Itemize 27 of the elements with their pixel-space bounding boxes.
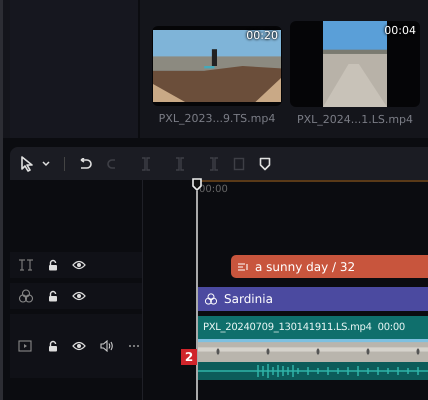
video-clip[interactable]: PXL_20240709_130141911.LS.mp4 00:00: [198, 316, 428, 380]
more-icon[interactable]: [128, 344, 140, 348]
marker-icon[interactable]: [259, 156, 271, 170]
undo-icon[interactable]: [79, 158, 93, 170]
pointer-icon[interactable]: [20, 156, 34, 172]
duration-label: 00:20: [246, 29, 278, 42]
eye-icon[interactable]: [72, 260, 86, 270]
clip-time: 00:00: [378, 322, 405, 333]
effect-icon: [18, 289, 34, 303]
text-icon: [18, 259, 34, 271]
eye-icon[interactable]: [72, 341, 86, 351]
lock-icon[interactable]: [48, 259, 58, 271]
lock-icon[interactable]: [48, 290, 58, 302]
lock-icon[interactable]: [48, 340, 58, 352]
video-track-icon: [18, 340, 34, 352]
time-label: 00:00: [199, 184, 228, 195]
effect-clip[interactable]: Sardinia: [198, 287, 428, 311]
file-name: PXL_2023...9.TS.mp4: [158, 112, 276, 125]
eye-icon[interactable]: [72, 291, 86, 301]
chevron-icon[interactable]: [42, 160, 50, 166]
speaker-icon[interactable]: [100, 340, 114, 352]
text-clip[interactable]: a sunny day / 32: [231, 255, 428, 278]
number-badge: 2: [181, 349, 197, 365]
clip-name: PXL_20240709_130141911.LS.mp4: [203, 322, 372, 333]
text-lines-icon: [237, 262, 249, 272]
file-name: PXL_2024...1.LS.mp4: [296, 113, 414, 126]
effect-icon: [204, 293, 218, 305]
